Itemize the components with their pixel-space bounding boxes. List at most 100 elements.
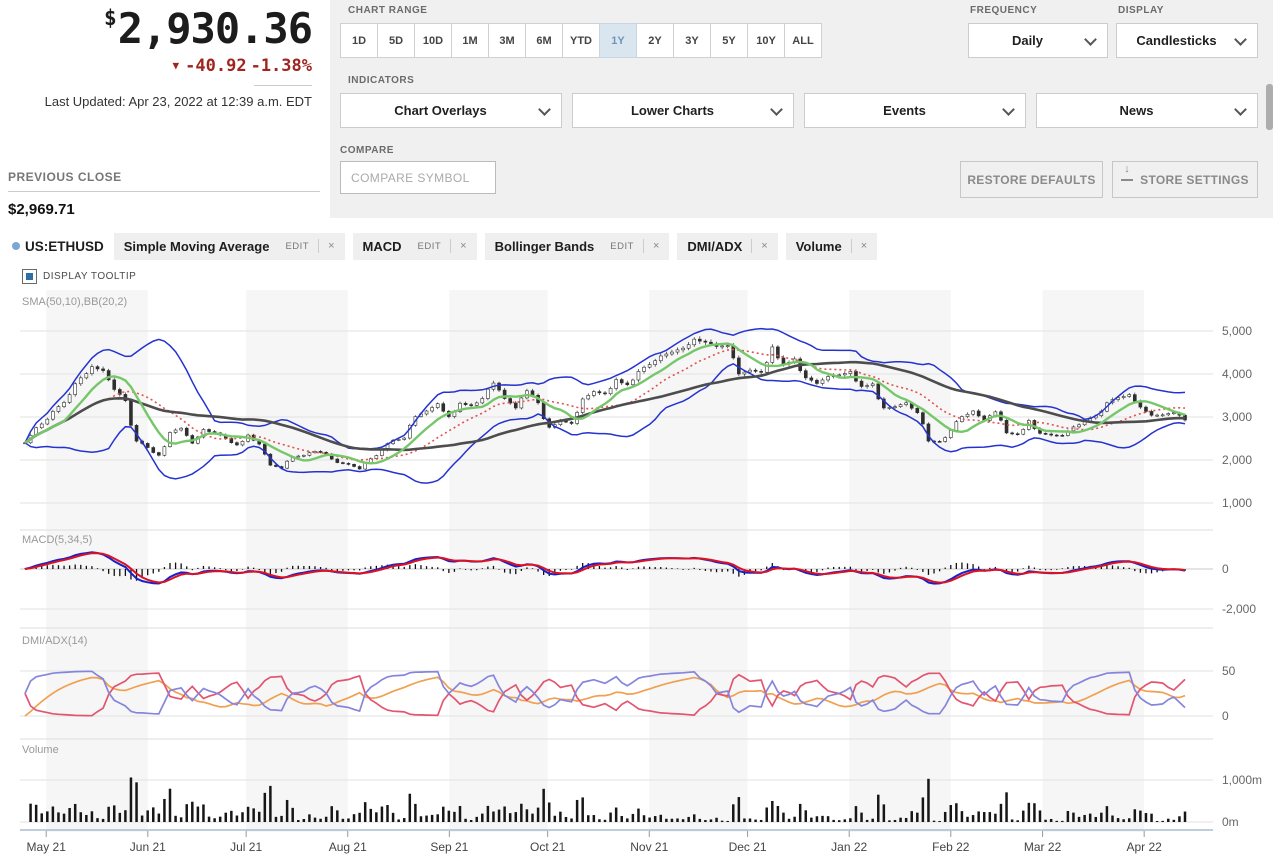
chart-overlays-select[interactable]: Chart Overlays	[340, 93, 562, 128]
svg-text:50: 50	[1222, 664, 1236, 678]
separator	[642, 239, 644, 253]
svg-text:0: 0	[1222, 562, 1229, 576]
separator	[450, 239, 452, 253]
compare-label: COMPARE	[340, 145, 394, 156]
range-button-1d[interactable]: 1D	[340, 23, 378, 58]
svg-text:Oct 21: Oct 21	[530, 840, 566, 854]
range-button-5d[interactable]: 5D	[377, 23, 415, 58]
edit-button[interactable]: EDIT	[285, 241, 309, 252]
indicator-name: Bollinger Bands	[494, 238, 595, 254]
display-label: DISPLAY	[1118, 5, 1164, 16]
range-button-1y-selected[interactable]: 1Y	[599, 23, 637, 58]
previous-close-label: PREVIOUS CLOSE	[8, 170, 320, 192]
svg-text:Feb 22: Feb 22	[932, 840, 970, 854]
change-percent: -1.38%	[250, 56, 312, 76]
price-value: 2,930.36	[117, 4, 313, 53]
display-select[interactable]: Candlesticks	[1116, 23, 1258, 58]
chart-range-label: CHART RANGE	[348, 5, 428, 16]
edit-button[interactable]: EDIT	[418, 241, 442, 252]
range-button-3m[interactable]: 3M	[488, 23, 526, 58]
indicators-label: INDICATORS	[348, 75, 415, 86]
range-button-10y[interactable]: 10Y	[747, 23, 785, 58]
previous-close-section: PREVIOUS CLOSE $2,969.71	[8, 170, 320, 218]
price-change: ▼ -40.92 -1.38%	[0, 56, 312, 76]
chart-application: $2,930.36 ▼ -40.92 -1.38% Last Updated: Ap…	[0, 0, 1273, 860]
remove-indicator-button[interactable]: ×	[460, 240, 466, 252]
svg-text:-2,000: -2,000	[1222, 602, 1256, 616]
change-value: -40.92	[185, 56, 247, 76]
svg-text:Nov 21: Nov 21	[630, 840, 668, 854]
news-select[interactable]: News	[1036, 93, 1258, 128]
price-chart[interactable]: 5,000 4,000 3,000 2,000 1,000 0 -2,000 50 0 1,000…	[0, 290, 1273, 860]
lower-charts-value: Lower Charts	[630, 103, 715, 118]
edit-button[interactable]: EDIT	[610, 241, 634, 252]
download-icon	[1121, 170, 1134, 181]
indicator-name: DMI/ADX	[687, 238, 743, 254]
checkbox-checked-mark	[26, 273, 33, 280]
down-arrow-icon: ▼	[172, 59, 180, 72]
symbol-legend: US:ETHUSD	[12, 239, 104, 254]
indicator-pill-volume: Volume ×	[785, 232, 878, 260]
remove-indicator-button[interactable]: ×	[861, 240, 867, 252]
lower-charts-select[interactable]: Lower Charts	[572, 93, 794, 128]
separator	[751, 239, 753, 253]
range-button-all[interactable]: ALL	[784, 23, 822, 58]
restore-defaults-button[interactable]: RESTORE DEFAULTS	[960, 161, 1103, 198]
range-button-6m[interactable]: 6M	[525, 23, 563, 58]
scrollbar-thumb[interactable]	[1266, 84, 1273, 130]
range-button-3y[interactable]: 3Y	[673, 23, 711, 58]
remove-indicator-button[interactable]: ×	[653, 240, 659, 252]
events-select[interactable]: Events	[804, 93, 1026, 128]
svg-text:5,000: 5,000	[1222, 324, 1252, 338]
chart-overlays-value: Chart Overlays	[394, 103, 487, 118]
store-settings-button[interactable]: STORE SETTINGS	[1112, 161, 1258, 198]
svg-text:2,000: 2,000	[1222, 453, 1252, 467]
svg-text:0: 0	[1222, 709, 1229, 723]
svg-text:Volume: Volume	[22, 744, 59, 756]
remove-indicator-button[interactable]: ×	[761, 240, 767, 252]
range-button-2y[interactable]: 2Y	[636, 23, 674, 58]
last-updated: Last Updated: Apr 23, 2022 at 12:39 a.m.…	[44, 94, 312, 109]
legend-row: US:ETHUSD Simple Moving Average EDIT × M…	[8, 232, 885, 260]
chevron-down-icon	[1002, 102, 1015, 116]
svg-text:MACD(5,34,5): MACD(5,34,5)	[22, 534, 92, 546]
chevron-down-icon	[770, 102, 783, 116]
svg-text:SMA(50,10),BB(20,2): SMA(50,10),BB(20,2)	[22, 296, 127, 308]
indicator-name: Volume	[795, 238, 842, 254]
indicator-pill-bollinger: Bollinger Bands EDIT ×	[484, 232, 670, 260]
compare-symbol-input[interactable]	[340, 161, 496, 194]
indicator-pill-sma: Simple Moving Average EDIT ×	[113, 232, 345, 260]
svg-text:May 21: May 21	[27, 840, 67, 854]
current-price: $2,930.36	[0, 8, 313, 50]
svg-text:Sep 21: Sep 21	[430, 840, 468, 854]
indicator-name: MACD	[362, 238, 402, 254]
display-tooltip-label: DISPLAY TOOLTIP	[43, 271, 137, 282]
svg-text:1,000: 1,000	[1222, 496, 1252, 510]
symbol-label: US:ETHUSD	[25, 238, 104, 254]
svg-text:DMI/ADX(14): DMI/ADX(14)	[22, 635, 87, 647]
frequency-select[interactable]: Daily	[968, 23, 1108, 58]
range-button-10d[interactable]: 10D	[414, 23, 452, 58]
events-value: Events	[883, 103, 926, 118]
svg-text:3,000: 3,000	[1222, 410, 1252, 424]
separator	[850, 239, 852, 253]
display-value: Candlesticks	[1136, 33, 1217, 48]
frequency-label: FREQUENCY	[970, 5, 1038, 16]
range-button-group: 1D 5D 10D 1M 3M 6M YTD 1Y 2Y 3Y 5Y 10Y A…	[340, 23, 822, 58]
divider	[254, 85, 312, 86]
chevron-down-icon	[538, 102, 551, 116]
remove-indicator-button[interactable]: ×	[328, 240, 334, 252]
range-button-ytd[interactable]: YTD	[562, 23, 600, 58]
svg-text:0m: 0m	[1222, 815, 1239, 829]
display-tooltip-checkbox[interactable]	[22, 269, 37, 284]
indicator-name: Simple Moving Average	[123, 238, 270, 254]
chevron-down-icon	[1084, 32, 1097, 46]
chevron-down-icon	[1234, 32, 1247, 46]
svg-text:Jun 21: Jun 21	[130, 840, 166, 854]
svg-text:Jul 21: Jul 21	[230, 840, 262, 854]
range-button-1m[interactable]: 1M	[451, 23, 489, 58]
display-tooltip-toggle: DISPLAY TOOLTIP	[22, 269, 136, 284]
range-button-5y[interactable]: 5Y	[710, 23, 748, 58]
svg-text:Apr 22: Apr 22	[1126, 840, 1162, 854]
svg-text:Aug 21: Aug 21	[329, 840, 367, 854]
